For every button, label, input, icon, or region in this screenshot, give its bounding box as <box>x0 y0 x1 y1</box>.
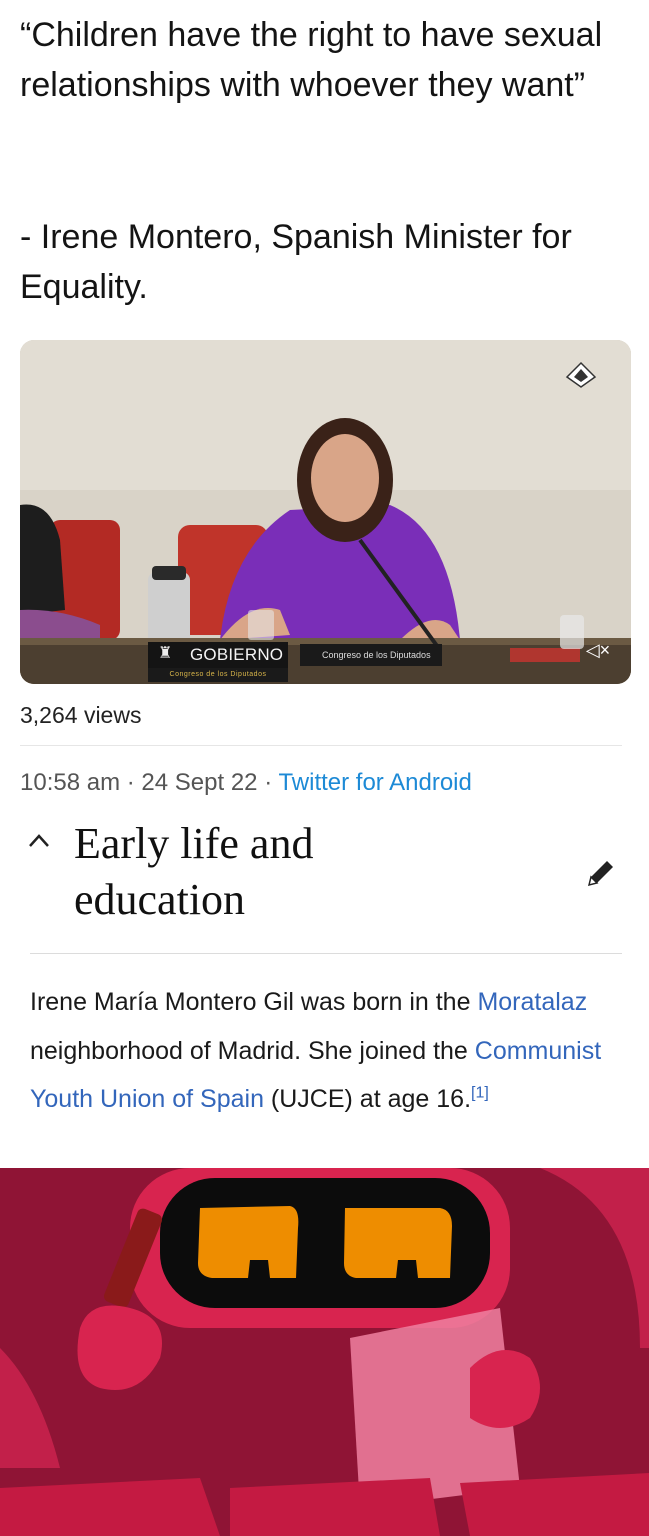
congreso-overlay-sublabel: Congreso de los Diputados <box>148 668 288 682</box>
divider <box>30 953 622 954</box>
government-crest-icon: ♜ <box>158 645 173 662</box>
tweet-client-link[interactable]: Twitter for Android <box>278 769 471 796</box>
paragraph-text: (UJCE) at age 16. <box>263 1085 472 1113</box>
view-count: 3,264 views <box>20 702 142 728</box>
pencil-icon[interactable] <box>585 857 617 889</box>
broadcast-logo-icon <box>565 361 597 388</box>
article-paragraph: Irene María Montero Gil was born in the … <box>30 978 630 1124</box>
video-frame-illustration <box>20 340 631 684</box>
gobierno-overlay-label: ♜ GOBIERNO <box>148 642 288 668</box>
paragraph-text: neighborhood of Madrid. She joined the <box>30 1036 475 1065</box>
tweet-date: 24 Sept 22 <box>141 769 258 796</box>
tweet-quote: “Children have the right to have sexual … <box>20 16 603 104</box>
paragraph-text: Irene María Montero Gil was born in the <box>30 988 478 1016</box>
tweet-attribution: - Irene Montero, Spanish Minister for Eq… <box>20 218 572 306</box>
cartoon-robot-image <box>0 1168 649 1536</box>
speaker-muted-icon[interactable]: ◁× <box>582 636 614 664</box>
meta-separator: · <box>264 769 273 796</box>
tweet-meta: 10:58 am · 24 Sept 22 · Twitter for Andr… <box>20 767 472 799</box>
divider <box>20 745 622 746</box>
chevron-up-icon[interactable] <box>28 832 50 848</box>
tweet-time: 10:58 am <box>20 769 121 796</box>
section-title: Early life and education <box>74 819 314 924</box>
moratalaz-link[interactable]: Moratalaz <box>477 988 587 1016</box>
congreso-overlay-label: Congreso de los Diputados <box>300 644 442 666</box>
video-player[interactable] <box>20 340 631 684</box>
angry-robot-illustration <box>0 1168 649 1536</box>
citation-link[interactable]: [1] <box>471 1085 489 1102</box>
meta-separator: · <box>126 769 135 796</box>
gobierno-text: GOBIERNO <box>190 645 284 664</box>
